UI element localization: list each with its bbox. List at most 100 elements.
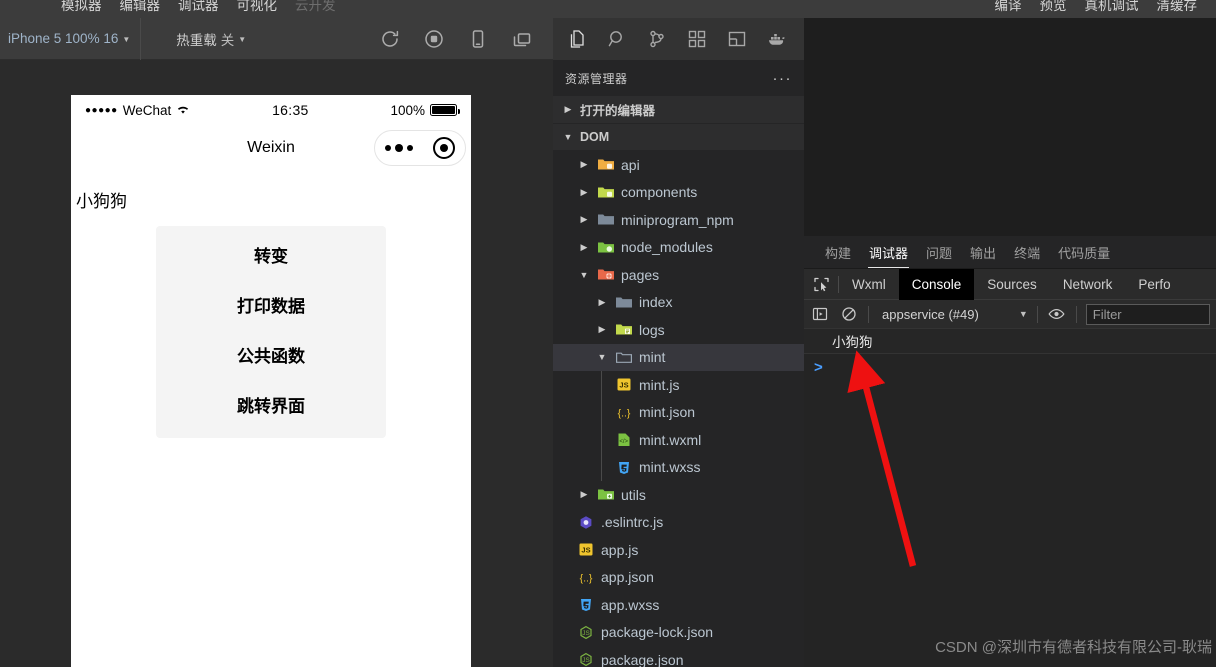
tab-terminal[interactable]: 终端 — [1005, 243, 1049, 268]
tree-item-pages[interactable]: ▼ pages — [553, 261, 804, 289]
device-selector-label: iPhone 5 100% 16 — [8, 31, 119, 46]
tree-item-miniprogram-npm[interactable]: ▶ miniprogram_npm — [553, 206, 804, 234]
signal-dots-icon: ●●●●● — [85, 104, 118, 116]
tree-item-mint-wxss[interactable]: mint.wxss — [553, 454, 804, 482]
wechat-capsule[interactable] — [374, 130, 466, 166]
device-icon[interactable] — [467, 28, 489, 50]
layout-icon[interactable] — [726, 28, 748, 50]
menu-item-clear-cache[interactable]: 清缓存 — [1148, 0, 1207, 18]
tab-code-quality[interactable]: 代码质量 — [1049, 243, 1119, 268]
record-icon[interactable] — [423, 28, 445, 50]
tab-debugger[interactable]: 调试器 — [860, 243, 917, 268]
clear-console-icon[interactable] — [839, 304, 859, 324]
chevron-right-icon: ▶ — [580, 214, 588, 225]
menu-item-editor[interactable]: 编辑器 — [111, 0, 170, 18]
tree-item-mint[interactable]: ▼ mint — [553, 343, 804, 371]
tab-problems[interactable]: 问题 — [917, 243, 961, 268]
devtools-tab-network[interactable]: Network — [1050, 269, 1126, 300]
tree-item-mint-json[interactable]: {..} mint.json — [553, 399, 804, 427]
search-icon[interactable] — [606, 28, 628, 50]
refresh-icon[interactable] — [379, 28, 401, 50]
menu-left-group: 模拟器 编辑器 调试器 可视化 云开发 — [52, 0, 345, 18]
menu-item-real-device-debug[interactable]: 真机调试 — [1076, 0, 1148, 18]
tree-item-logs[interactable]: ▶ logs — [553, 316, 804, 344]
tree-item-node-modules[interactable]: ▶ node_modules — [553, 234, 804, 262]
tree-item-mint-wxml[interactable]: </> mint.wxml — [553, 426, 804, 454]
tree-item-mint-js[interactable]: JS mint.js — [553, 371, 804, 399]
more-dots-icon[interactable] — [385, 144, 413, 152]
tree-item-index[interactable]: ▶ index — [553, 289, 804, 317]
button-transform[interactable]: 转变 — [156, 232, 386, 282]
tree-item-label: api — [621, 156, 640, 173]
tree-item-app-wxss[interactable]: app.wxss — [553, 591, 804, 619]
button-common-function[interactable]: 公共函数 — [156, 332, 386, 382]
tab-output[interactable]: 输出 — [961, 243, 1005, 268]
devtools-tab-console[interactable]: Console — [898, 268, 975, 300]
devtools-tabs: Wxml Console Sources Network Perfo — [804, 268, 1216, 300]
console-sidebar-icon[interactable] — [810, 304, 830, 324]
hot-reload-toggle[interactable]: 热重载 关 ▼ — [166, 29, 256, 49]
device-selector[interactable]: iPhone 5 100% 16 ▼ — [0, 17, 142, 60]
status-left: ●●●●● WeChat — [85, 103, 190, 118]
console-context-label: appservice (#49) — [882, 306, 979, 322]
console-filter-input[interactable]: Filter — [1085, 303, 1210, 325]
console-prompt[interactable]: > — [804, 354, 1216, 380]
chevron-down-icon: ▼ — [563, 132, 573, 142]
console-context-selector[interactable]: appservice (#49) ▼ — [878, 307, 1028, 322]
svg-text:JS: JS — [582, 657, 589, 664]
devtools-tab-performance[interactable]: Perfo — [1125, 269, 1183, 300]
devtools-tab-sources[interactable]: Sources — [974, 269, 1050, 300]
section-open-editors[interactable]: ▶ 打开的编辑器 — [553, 96, 804, 123]
top-menu-bar: 模拟器 编辑器 调试器 可视化 云开发 编译 预览 真机调试 清缓存 — [0, 0, 1216, 18]
json-file-icon: {..} — [577, 569, 595, 586]
tree-item-label: index — [639, 294, 673, 311]
menu-item-preview[interactable]: 预览 — [1031, 0, 1076, 18]
tab-build[interactable]: 构建 — [816, 243, 860, 268]
button-print-data[interactable]: 打印数据 — [156, 282, 386, 332]
tree-item-app-json[interactable]: {..} app.json — [553, 564, 804, 592]
tree-item-utils[interactable]: ▶ utils — [553, 481, 804, 509]
tree-item-label: components — [621, 184, 698, 201]
explorer-header: 资源管理器 ··· — [553, 60, 804, 96]
tree-item-eslintrc[interactable]: .eslintrc.js — [553, 509, 804, 537]
menu-item-visualizer[interactable]: 可视化 — [228, 0, 287, 18]
tree-item-package-lock-json[interactable]: JS package-lock.json — [553, 619, 804, 647]
button-navigate-page[interactable]: 跳转界面 — [156, 382, 386, 432]
phone-frame: ●●●●● WeChat 16:35 100% Weixin 小狗狗 转变 打印… — [71, 95, 471, 667]
menu-item-compile[interactable]: 编译 — [986, 0, 1031, 18]
node-file-icon: JS — [577, 624, 595, 641]
debugger-panel-tabs: 构建 调试器 问题 输出 终端 代码质量 — [804, 236, 1216, 268]
live-expression-eye-icon[interactable] — [1047, 304, 1067, 324]
tree-item-package-json[interactable]: JS package.json — [553, 646, 804, 667]
folder-icon — [597, 239, 615, 256]
target-icon[interactable] — [433, 137, 455, 159]
tree-item-app-js[interactable]: JS app.js — [553, 536, 804, 564]
inspect-element-icon[interactable] — [804, 276, 838, 293]
extensions-icon[interactable] — [686, 28, 708, 50]
mini-program-button-group: 转变 打印数据 公共函数 跳转界面 — [156, 226, 386, 438]
explorer-files-icon[interactable] — [566, 28, 588, 50]
tree-item-label: node_modules — [621, 239, 713, 256]
tree-item-label: mint.wxml — [639, 431, 702, 448]
folder-icon — [597, 211, 615, 228]
menu-item-debugger[interactable]: 调试器 — [169, 0, 228, 18]
docker-icon[interactable] — [766, 28, 788, 50]
status-right: 100% — [390, 103, 460, 118]
menu-right-group: 编译 预览 真机调试 清缓存 — [986, 0, 1207, 18]
console-log-entry: 小狗狗 — [804, 328, 1216, 354]
wxss-file-icon — [577, 596, 595, 613]
tree-item-components[interactable]: ▶ components — [553, 179, 804, 207]
ellipsis-icon[interactable]: ··· — [773, 70, 793, 87]
folder-icon — [615, 321, 633, 338]
battery-icon — [430, 104, 460, 116]
devtools-tab-wxml[interactable]: Wxml — [839, 269, 899, 300]
multi-window-icon[interactable] — [511, 28, 533, 50]
status-time: 16:35 — [272, 102, 309, 118]
source-control-icon[interactable] — [646, 28, 668, 50]
tree-item-api[interactable]: ▶ api — [553, 151, 804, 179]
simulator-stage: ●●●●● WeChat 16:35 100% Weixin 小狗狗 转变 打印… — [0, 60, 553, 667]
menu-item-cloud-dev[interactable]: 云开发 — [286, 0, 345, 18]
menu-item-simulator[interactable]: 模拟器 — [52, 0, 111, 18]
console-toolbar: appservice (#49) ▼ Filter — [804, 299, 1216, 328]
section-dom[interactable]: ▼ DOM — [553, 123, 804, 150]
